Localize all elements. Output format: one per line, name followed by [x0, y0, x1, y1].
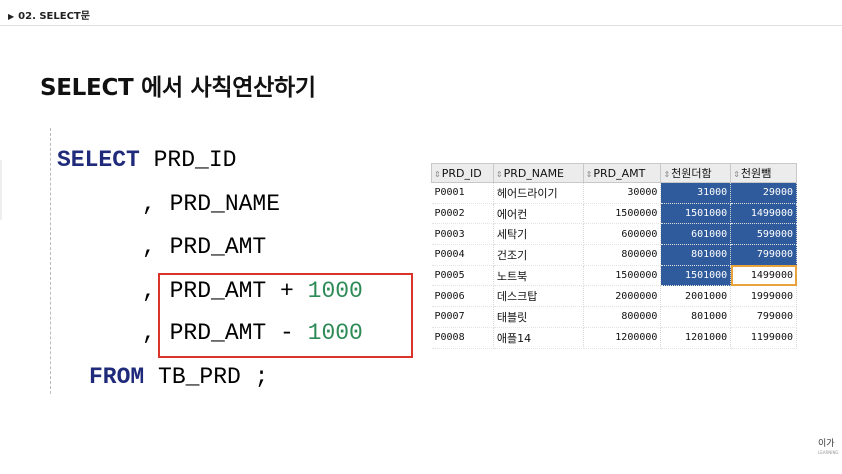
- table-cell[interactable]: 800000: [583, 244, 662, 266]
- table-cell[interactable]: P0004: [431, 244, 494, 266]
- result-header-row: ⇕PRD_ID ⇕PRD_NAME ⇕PRD_AMT ⇕천원더함 ⇕천원뺌: [431, 163, 797, 183]
- table-cell[interactable]: 세탁기: [493, 223, 584, 246]
- section-label-text: 02. SELECT문: [18, 11, 90, 22]
- table-cell[interactable]: 799000: [730, 306, 797, 328]
- brand-logo-text: 이가: [818, 439, 835, 449]
- table-row[interactable]: P0001 헤어드라이기 30000 31000 29000: [431, 182, 797, 204]
- column-header[interactable]: ⇕PRD_ID: [431, 163, 494, 183]
- table-cell[interactable]: 1999000: [730, 285, 797, 308]
- table-cell[interactable]: 30000: [583, 182, 662, 204]
- table-cell[interactable]: P0001: [431, 182, 494, 204]
- table-cell[interactable]: 노트북: [493, 265, 584, 287]
- section-label: ▶ 02. SELECT문: [8, 7, 90, 22]
- sql-keyword-select: SELECT: [57, 147, 140, 173]
- table-cell[interactable]: 헤어드라이기: [493, 182, 584, 204]
- triangle-icon: ▶: [8, 12, 15, 21]
- sort-icon[interactable]: ⇕: [586, 170, 593, 179]
- sql-keyword-from: FROM: [89, 364, 145, 390]
- table-row[interactable]: P0002 에어컨 1500000 1501000 1499000: [431, 203, 797, 225]
- table-cell[interactable]: 1199000: [730, 327, 797, 349]
- table-cell[interactable]: 1200000: [583, 327, 662, 349]
- column-header[interactable]: ⇕PRD_NAME: [492, 163, 584, 183]
- table-cell[interactable]: 건조기: [493, 244, 584, 266]
- top-divider: [0, 25, 842, 26]
- table-cell-selected[interactable]: 1501000: [660, 265, 732, 287]
- table-cell[interactable]: 1500000: [583, 203, 662, 225]
- brand-logo: 이가 LEARNING: [818, 436, 839, 455]
- table-cell-selected[interactable]: 801000: [660, 244, 732, 266]
- table-cell[interactable]: 애플14: [493, 327, 584, 349]
- table-row[interactable]: P0003 세탁기 600000 601000 599000: [431, 223, 797, 246]
- code-line-1-text: PRD_ID: [139, 147, 237, 173]
- table-cell[interactable]: 600000: [583, 223, 662, 246]
- highlight-box: [158, 273, 413, 358]
- table-cell[interactable]: P0003: [431, 223, 494, 246]
- table-cell[interactable]: P0005: [431, 265, 494, 287]
- table-cell[interactable]: 801000: [660, 306, 732, 328]
- table-cell[interactable]: 데스크탑: [493, 285, 584, 308]
- table-cell-selected[interactable]: 31000: [660, 182, 732, 204]
- table-cell[interactable]: 1201000: [660, 327, 732, 349]
- result-grid: ⇕PRD_ID ⇕PRD_NAME ⇕PRD_AMT ⇕천원더함 ⇕천원뺌 P0…: [431, 163, 797, 349]
- left-edge-divider: [0, 160, 2, 220]
- table-row[interactable]: P0008 애플14 1200000 1201000 1199000: [431, 327, 797, 349]
- column-header[interactable]: ⇕PRD_AMT: [582, 163, 662, 183]
- table-cell[interactable]: P0002: [431, 203, 494, 225]
- table-cell[interactable]: P0008: [431, 327, 494, 349]
- table-cell-selected[interactable]: 601000: [660, 223, 732, 246]
- code-line-6: FROM TB_PRD ;: [89, 364, 268, 390]
- code-line-1: SELECT PRD_ID: [57, 147, 236, 173]
- table-cell-selected[interactable]: 1499000: [730, 203, 797, 225]
- table-cell[interactable]: 태블릿: [493, 306, 584, 328]
- sort-icon[interactable]: ⇕: [496, 170, 503, 179]
- column-header[interactable]: ⇕천원뺌: [730, 163, 797, 183]
- table-cell[interactable]: P0006: [431, 285, 494, 308]
- table-cell[interactable]: 800000: [583, 306, 662, 328]
- code-line-3: , PRD_AMT: [142, 234, 267, 260]
- table-row[interactable]: P0004 건조기 800000 801000 799000: [431, 244, 797, 266]
- code-indent-guide: [50, 128, 51, 394]
- slide-title: SELECT 에서 사칙연산하기: [40, 75, 316, 101]
- sort-icon[interactable]: ⇕: [663, 170, 670, 179]
- table-cell[interactable]: 2001000: [660, 285, 732, 308]
- sort-icon[interactable]: ⇕: [434, 170, 441, 179]
- table-cell[interactable]: P0007: [431, 306, 494, 328]
- table-cell-active[interactable]: 1499000: [730, 265, 797, 287]
- table-cell-selected[interactable]: 1501000: [660, 203, 732, 225]
- top-bar: ▶ 02. SELECT문: [0, 0, 842, 26]
- table-row[interactable]: P0005 노트북 1500000 1501000 1499000: [431, 265, 797, 287]
- table-cell-selected[interactable]: 599000: [730, 223, 797, 246]
- column-header[interactable]: ⇕천원더함: [660, 163, 732, 183]
- table-row[interactable]: P0007 태블릿 800000 801000 799000: [431, 306, 797, 328]
- code-line-6-text: TB_PRD ;: [144, 364, 269, 390]
- table-cell[interactable]: 에어컨: [493, 203, 584, 225]
- table-cell-selected[interactable]: 29000: [730, 182, 797, 204]
- table-cell[interactable]: 1500000: [583, 265, 662, 287]
- table-row[interactable]: P0006 데스크탑 2000000 2001000 1999000: [431, 285, 797, 308]
- table-cell-selected[interactable]: 799000: [730, 244, 797, 266]
- code-line-2: , PRD_NAME: [142, 191, 281, 217]
- sort-icon[interactable]: ⇕: [733, 170, 740, 179]
- table-cell[interactable]: 2000000: [583, 285, 662, 308]
- brand-logo-subtext: LEARNING: [818, 450, 839, 455]
